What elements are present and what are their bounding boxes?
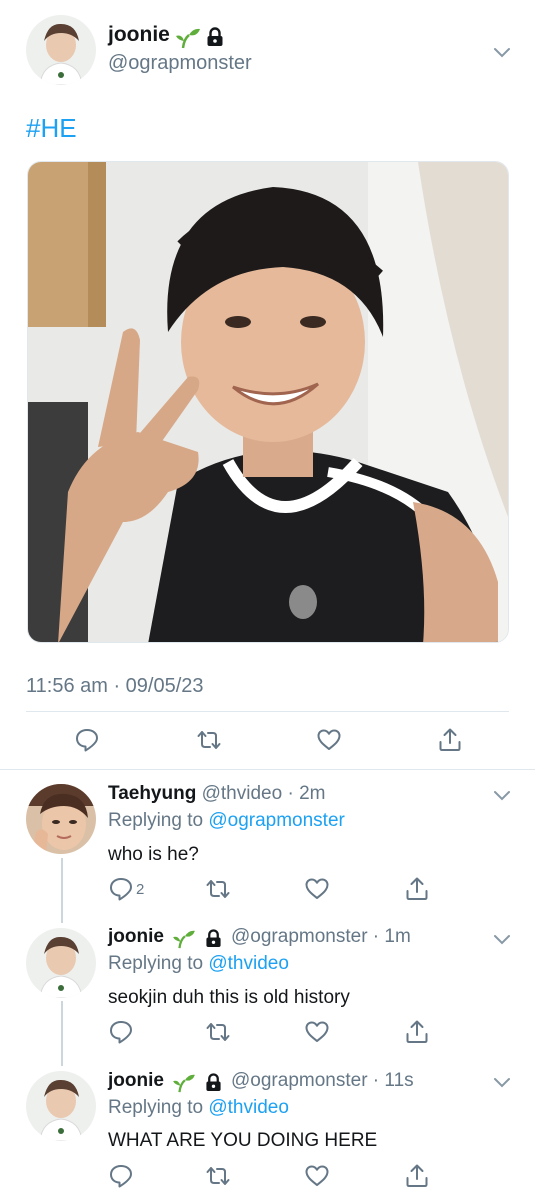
tweet-text[interactable]: #HE bbox=[26, 113, 77, 144]
reply-text[interactable]: who is he? bbox=[108, 844, 199, 866]
retweet-icon[interactable] bbox=[205, 876, 231, 902]
replying-to-label: Replying to bbox=[108, 810, 204, 831]
reply-handle[interactable]: @ograpmonster bbox=[231, 926, 368, 947]
share-icon[interactable] bbox=[404, 1163, 430, 1189]
reply-text[interactable]: seokjin duh this is old history bbox=[108, 987, 350, 1009]
reply-avatar[interactable] bbox=[26, 928, 96, 998]
reply-display-name[interactable]: Taehyung bbox=[108, 783, 196, 804]
reply-time[interactable]: 1m bbox=[384, 926, 410, 947]
chevron-down-icon[interactable] bbox=[491, 1071, 513, 1093]
reply-display-name[interactable]: joonie bbox=[108, 926, 164, 947]
reply-icon[interactable] bbox=[108, 1019, 134, 1045]
retweet-icon[interactable] bbox=[205, 1163, 231, 1189]
reply-count: 2 bbox=[136, 881, 145, 898]
reply-header: joonie bbox=[108, 1070, 164, 1092]
reply-header: joonie bbox=[108, 926, 164, 948]
like-icon[interactable] bbox=[316, 727, 342, 753]
sprout-icon bbox=[173, 930, 195, 949]
reply-handle[interactable]: @thvideo bbox=[202, 783, 283, 804]
replying-to: Replying to @thvideo bbox=[108, 1097, 289, 1119]
replying-to-handle[interactable]: @ograpmonster bbox=[208, 810, 345, 831]
divider bbox=[26, 711, 509, 712]
like-icon[interactable] bbox=[304, 876, 330, 902]
chevron-down-icon[interactable] bbox=[491, 41, 513, 63]
reply-icon[interactable] bbox=[74, 727, 100, 753]
author-handle[interactable]: @ograpmonster bbox=[108, 52, 252, 75]
like-icon[interactable] bbox=[304, 1019, 330, 1045]
replying-to-label: Replying to bbox=[108, 1097, 204, 1118]
separator-dot: · bbox=[367, 926, 385, 947]
sprout-icon bbox=[173, 1074, 195, 1093]
replying-to-label: Replying to bbox=[108, 953, 204, 974]
retweet-icon[interactable] bbox=[196, 727, 222, 753]
reply-time[interactable]: 11s bbox=[384, 1070, 413, 1091]
reply-handle[interactable]: @ograpmonster bbox=[231, 1070, 368, 1091]
author-display-name[interactable]: joonie bbox=[108, 23, 170, 47]
replying-to: Replying to @ograpmonster bbox=[108, 810, 345, 832]
sprout-icon bbox=[176, 28, 200, 49]
reply-time[interactable]: 2m bbox=[299, 783, 325, 804]
lock-icon bbox=[206, 929, 221, 947]
tweet-timestamp[interactable]: 11:56 am · 09/05/23 bbox=[26, 675, 204, 698]
lock-icon bbox=[207, 27, 223, 46]
thread-line bbox=[61, 858, 63, 923]
reply-text[interactable]: WHAT ARE YOU DOING HERE bbox=[108, 1130, 377, 1152]
chevron-down-icon[interactable] bbox=[491, 928, 513, 950]
tweet-image[interactable] bbox=[27, 161, 509, 643]
reply-avatar[interactable] bbox=[26, 1071, 96, 1141]
share-icon[interactable] bbox=[404, 1019, 430, 1045]
reply-header: Taehyung @thvideo · 2m bbox=[108, 783, 325, 805]
share-icon[interactable] bbox=[437, 727, 463, 753]
lock-icon bbox=[206, 1073, 221, 1091]
separator-dot: · bbox=[367, 1070, 385, 1091]
reply-avatar[interactable] bbox=[26, 784, 96, 854]
separator-dot: · bbox=[282, 783, 300, 804]
reply-icon[interactable] bbox=[108, 1163, 134, 1189]
reply-meta: @ograpmonster · 1m bbox=[231, 926, 411, 948]
replying-to: Replying to @thvideo bbox=[108, 953, 289, 975]
retweet-icon[interactable] bbox=[205, 1019, 231, 1045]
reply-display-name[interactable]: joonie bbox=[108, 1070, 164, 1091]
like-icon[interactable] bbox=[304, 1163, 330, 1189]
reply-icon[interactable] bbox=[108, 876, 134, 902]
divider bbox=[0, 769, 535, 770]
thread-line bbox=[61, 1001, 63, 1066]
replying-to-handle[interactable]: @thvideo bbox=[208, 953, 289, 974]
author-avatar[interactable] bbox=[26, 15, 96, 85]
chevron-down-icon[interactable] bbox=[491, 784, 513, 806]
share-icon[interactable] bbox=[404, 876, 430, 902]
reply-meta: @ograpmonster · 11s bbox=[231, 1070, 414, 1092]
replying-to-handle[interactable]: @thvideo bbox=[208, 1097, 289, 1118]
